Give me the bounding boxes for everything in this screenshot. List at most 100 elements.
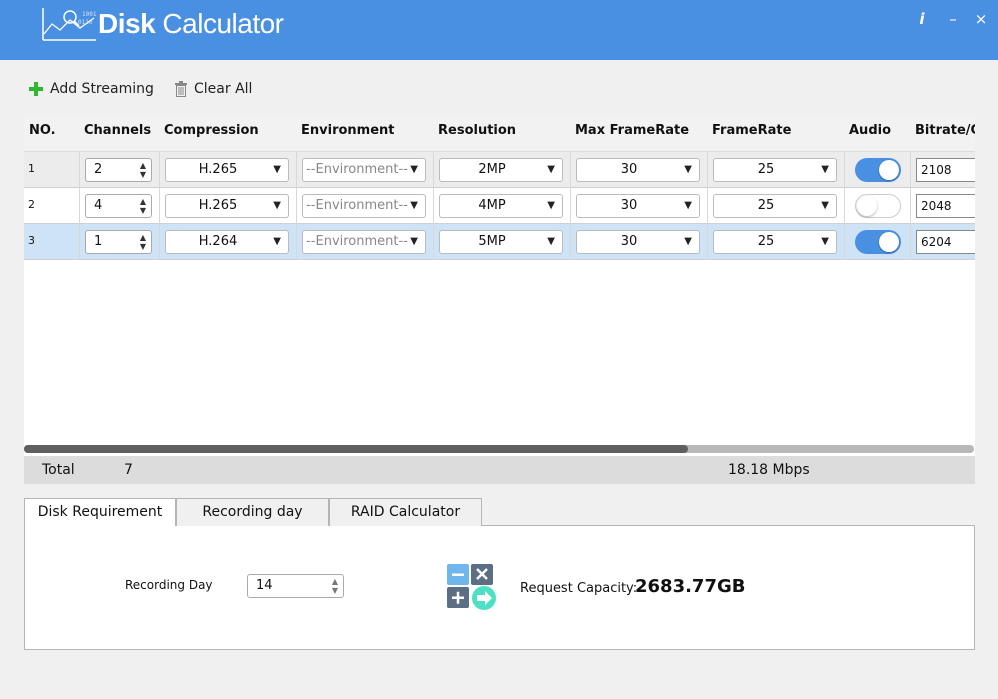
- cell-environment: --Environment-- ▼: [296, 188, 433, 224]
- max-framerate-select[interactable]: 30 ▼: [576, 230, 700, 254]
- stepper-arrows-icon[interactable]: ▲ ▼: [138, 233, 148, 251]
- plus-icon: [29, 82, 43, 96]
- cell-environment: --Environment-- ▼: [296, 224, 433, 260]
- cell-audio: [844, 188, 910, 224]
- environment-select[interactable]: --Environment-- ▼: [302, 158, 426, 182]
- environment-select[interactable]: --Environment-- ▼: [302, 194, 426, 218]
- recording-day-label: Recording Day: [125, 578, 213, 592]
- tab-raid-calculator[interactable]: RAID Calculator: [329, 498, 482, 526]
- stepper-arrows-icon[interactable]: ▲ ▼: [330, 577, 340, 595]
- table-header: NO. Channels Compression Environment Res…: [24, 116, 975, 152]
- compression-select[interactable]: H.265 ▼: [165, 194, 289, 218]
- header-environment: Environment: [301, 123, 395, 138]
- close-icon[interactable]: ×: [972, 10, 990, 28]
- audio-toggle[interactable]: [855, 194, 901, 218]
- add-streaming-label: Add Streaming: [50, 81, 154, 97]
- channels-stepper[interactable]: 1 ▲ ▼: [85, 230, 152, 254]
- compression-value: H.265: [198, 198, 238, 213]
- resolution-select[interactable]: 5MP ▼: [439, 230, 563, 254]
- audio-toggle[interactable]: [855, 158, 901, 182]
- cell-resolution: 5MP ▼: [433, 224, 570, 260]
- caret-down-icon: ▼: [684, 200, 692, 211]
- table-row[interactable]: 2 4 ▲ ▼ H.265 ▼ --Environment-- ▼ 4MP ▼ 30 ▼ 2…: [24, 188, 975, 224]
- max-framerate-select[interactable]: 30 ▼: [576, 158, 700, 182]
- header-channels: Channels: [84, 123, 152, 138]
- cell-no: 2: [24, 188, 79, 224]
- channels-stepper[interactable]: 4 ▲ ▼: [85, 194, 152, 218]
- cell-bitrate: 6204: [910, 224, 975, 260]
- max-framerate-value: 30: [620, 162, 638, 177]
- logo-chart-icon: 1001 0110: [42, 8, 97, 41]
- environment-select[interactable]: --Environment-- ▼: [302, 230, 426, 254]
- trash-icon: [175, 81, 187, 97]
- cell-resolution: 4MP ▼: [433, 188, 570, 224]
- total-bandwidth: 18.18 Mbps: [728, 462, 810, 478]
- compression-select[interactable]: H.264 ▼: [165, 230, 289, 254]
- cell-audio: [844, 224, 910, 260]
- max-framerate-value: 30: [620, 198, 638, 213]
- max-framerate-select[interactable]: 30 ▼: [576, 194, 700, 218]
- cell-framerate: 25 ▼: [707, 224, 844, 260]
- row-number: 1: [28, 162, 35, 175]
- scrollbar-thumb[interactable]: [24, 445, 688, 453]
- resolution-value: 5MP: [478, 234, 506, 249]
- bitrate-input[interactable]: 2048: [916, 194, 975, 218]
- bitrate-input[interactable]: 2108: [916, 158, 975, 182]
- add-streaming-button[interactable]: Add Streaming: [28, 78, 154, 100]
- cell-compression: H.264 ▼: [159, 224, 296, 260]
- cell-max-framerate: 30 ▼: [570, 188, 707, 224]
- channels-stepper[interactable]: 2 ▲ ▼: [85, 158, 152, 182]
- environment-value: --Environment--: [306, 198, 408, 213]
- clear-all-button[interactable]: Clear All: [174, 78, 252, 100]
- total-bar: Total 7 18.18 Mbps: [24, 456, 975, 484]
- cell-channels: 4 ▲ ▼: [79, 188, 159, 224]
- toggle-knob: [879, 232, 899, 252]
- row-number: 3: [28, 234, 35, 247]
- resolution-value: 4MP: [478, 198, 506, 213]
- caret-down-icon: ▼: [821, 236, 829, 247]
- framerate-select[interactable]: 25 ▼: [713, 194, 837, 218]
- compression-value: H.264: [198, 234, 238, 249]
- framerate-select[interactable]: 25 ▼: [713, 158, 837, 182]
- cell-bitrate: 2048: [910, 188, 975, 224]
- request-capacity-value: 2683.77GB: [635, 576, 746, 597]
- caret-down-icon: ▼: [547, 236, 555, 247]
- minimize-icon[interactable]: –: [944, 10, 962, 28]
- framerate-select[interactable]: 25 ▼: [713, 230, 837, 254]
- caret-down-icon: ▼: [273, 236, 281, 247]
- app-title-rest: Calculator: [155, 8, 284, 39]
- total-channels: 7: [124, 462, 133, 478]
- table-row[interactable]: 1 2 ▲ ▼ H.265 ▼ --Environment-- ▼ 2MP ▼ 30 ▼ 2…: [24, 152, 975, 188]
- framerate-value: 25: [757, 198, 775, 213]
- header-resolution: Resolution: [438, 123, 517, 138]
- tab-recording-day[interactable]: Recording day: [176, 498, 329, 526]
- table-row[interactable]: 3 1 ▲ ▼ H.264 ▼ --Environment-- ▼ 5MP ▼ 30 ▼ 2…: [24, 224, 975, 260]
- svg-text:0110: 0110: [78, 19, 93, 26]
- header-framerate: FrameRate: [712, 123, 792, 138]
- recording-day-value: 14: [256, 578, 273, 593]
- info-icon[interactable]: i: [913, 10, 931, 28]
- clear-all-label: Clear All: [194, 81, 253, 97]
- bitrate-input[interactable]: 6204: [916, 230, 975, 254]
- toggle-knob: [879, 160, 899, 180]
- caret-down-icon: ▼: [821, 164, 829, 175]
- title-bar: 1001 0110 Disk Calculator i – ×: [0, 0, 998, 60]
- stepper-arrows-icon[interactable]: ▲ ▼: [138, 161, 148, 179]
- recording-day-stepper[interactable]: 14 ▲ ▼: [247, 574, 344, 598]
- caret-down-icon: ▼: [547, 200, 555, 211]
- streaming-table: NO. Channels Compression Environment Res…: [24, 116, 975, 456]
- cell-channels: 2 ▲ ▼: [79, 152, 159, 188]
- tab-disk-requirement[interactable]: Disk Requirement: [24, 498, 176, 527]
- header-no: NO.: [29, 123, 56, 138]
- stepper-arrows-icon[interactable]: ▲ ▼: [138, 197, 148, 215]
- horizontal-scrollbar[interactable]: [24, 445, 974, 453]
- audio-toggle[interactable]: [855, 230, 901, 254]
- resolution-select[interactable]: 4MP ▼: [439, 194, 563, 218]
- channels-value: 2: [94, 162, 103, 177]
- compression-value: H.265: [198, 162, 238, 177]
- channels-value: 4: [94, 198, 103, 213]
- compression-select[interactable]: H.265 ▼: [165, 158, 289, 182]
- caret-down-icon: ▼: [821, 200, 829, 211]
- resolution-select[interactable]: 2MP ▼: [439, 158, 563, 182]
- calculator-icon: [447, 564, 496, 610]
